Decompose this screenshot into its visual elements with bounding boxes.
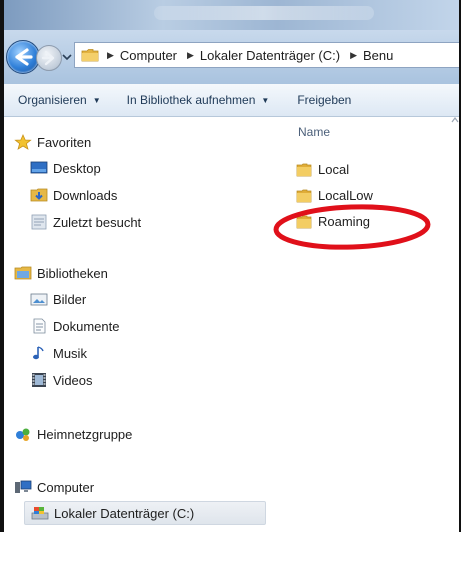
list-item-locallow[interactable]: LocalLow xyxy=(296,188,373,203)
sidebar-item-label: Computer xyxy=(37,479,95,495)
navigation-pane: Favoriten Desktop Downloads Zuletzt besu… xyxy=(4,117,282,530)
sort-arrow-icon xyxy=(451,117,459,123)
sidebar-item-label: Heimnetzgruppe xyxy=(37,426,133,442)
list-item-roaming[interactable]: Roaming xyxy=(296,214,370,229)
column-header-name[interactable]: Name xyxy=(298,125,330,139)
breadcrumb-label: Lokaler Datenträger (C:) xyxy=(199,47,341,63)
folder-icon xyxy=(296,163,312,176)
chevron-down-icon: ▼ xyxy=(92,95,101,105)
downloads-folder-icon xyxy=(30,188,48,202)
breadcrumb-separator-icon[interactable]: ▶ xyxy=(350,50,357,61)
sidebar-item-computer[interactable]: Computer xyxy=(14,479,94,495)
sidebar-item-label: Downloads xyxy=(53,187,118,203)
breadcrumb-label: Benu xyxy=(363,47,394,63)
sidebar-item-label: Bibliotheken xyxy=(37,265,108,281)
video-film-icon xyxy=(32,373,46,387)
share-label: Freigeben xyxy=(297,93,352,107)
recent-places-icon xyxy=(31,214,47,230)
forward-button[interactable] xyxy=(36,45,62,71)
sidebar-item-label: Dokumente xyxy=(53,318,120,334)
sidebar-item-label: Zuletzt besucht xyxy=(53,214,142,230)
breadcrumb-label: Computer xyxy=(119,47,177,63)
chevron-down-icon: ▼ xyxy=(261,95,270,105)
sidebar-item-label: Favoriten xyxy=(37,134,92,150)
command-bar: Organisieren ▼ In Bibliothek aufnehmen ▼… xyxy=(4,84,459,117)
back-arrow-icon xyxy=(15,48,33,66)
recent-pages-dropdown-icon[interactable] xyxy=(62,53,72,61)
address-bar[interactable]: ▶ Computer ▶ Lokaler Datenträger (C:) ▶ … xyxy=(74,42,459,68)
organize-menu[interactable]: Organisieren ▼ xyxy=(18,93,101,107)
sidebar-item-label: Bilder xyxy=(53,291,87,307)
sidebar-item-homegroup[interactable]: Heimnetzgruppe xyxy=(14,426,132,442)
bottom-margin xyxy=(0,532,461,573)
computer-icon xyxy=(15,480,32,493)
sidebar-item-recent[interactable]: Zuletzt besucht xyxy=(30,214,141,230)
library-label: In Bibliothek aufnehmen xyxy=(126,93,256,107)
back-button[interactable] xyxy=(6,40,40,74)
sidebar-item-music[interactable]: Musik xyxy=(30,345,87,361)
organize-label: Organisieren xyxy=(18,93,87,107)
sidebar-item-downloads[interactable]: Downloads xyxy=(30,187,117,203)
forward-arrow-icon xyxy=(41,50,55,66)
breadcrumb-user[interactable]: ▶ Benu xyxy=(348,48,393,63)
sidebar-item-favorites[interactable]: Favoriten xyxy=(14,134,91,150)
folder-icon xyxy=(81,49,99,62)
music-note-icon xyxy=(33,346,44,360)
sidebar-item-documents[interactable]: Dokumente xyxy=(30,318,119,334)
file-name: Roaming xyxy=(318,214,371,229)
list-item-local[interactable]: Local xyxy=(296,162,349,177)
file-list-pane: Name Local LocalLow Roaming xyxy=(282,117,459,530)
folder-icon xyxy=(296,189,312,202)
breadcrumb-drive[interactable]: ▶ Lokaler Datenträger (C:) xyxy=(185,48,340,63)
sidebar-item-label: Lokaler Datenträger (C:) xyxy=(54,505,195,521)
star-icon xyxy=(14,134,32,150)
sidebar-item-desktop[interactable]: Desktop xyxy=(30,160,101,176)
sidebar-item-label: Desktop xyxy=(53,160,101,176)
title-bar xyxy=(4,0,459,30)
libraries-icon xyxy=(14,266,32,280)
title-bar-blur xyxy=(154,6,374,20)
share-menu[interactable]: Freigeben xyxy=(297,93,351,107)
document-icon xyxy=(33,318,46,334)
library-menu[interactable]: In Bibliothek aufnehmen ▼ xyxy=(127,93,270,107)
sidebar-item-local-disk[interactable]: Lokaler Datenträger (C:) xyxy=(24,501,266,525)
sidebar-item-libraries[interactable]: Bibliotheken xyxy=(14,265,108,281)
sidebar-item-label: Musik xyxy=(53,345,87,361)
drive-icon xyxy=(31,507,49,520)
pictures-icon xyxy=(30,293,48,306)
sidebar-item-label: Videos xyxy=(53,372,93,388)
breadcrumb-separator-icon[interactable]: ▶ xyxy=(107,50,114,61)
breadcrumb-computer[interactable]: ▶ Computer xyxy=(105,48,177,63)
file-name: Local xyxy=(318,162,350,177)
desktop-icon xyxy=(30,161,48,174)
homegroup-icon xyxy=(16,428,30,441)
breadcrumb-separator-icon[interactable]: ▶ xyxy=(187,50,194,61)
navigation-bar: ▶ Computer ▶ Lokaler Datenträger (C:) ▶ … xyxy=(4,30,459,84)
folder-icon xyxy=(296,215,312,228)
sidebar-item-pictures[interactable]: Bilder xyxy=(30,291,86,307)
sidebar-item-videos[interactable]: Videos xyxy=(30,372,93,388)
file-name: LocalLow xyxy=(318,188,373,203)
